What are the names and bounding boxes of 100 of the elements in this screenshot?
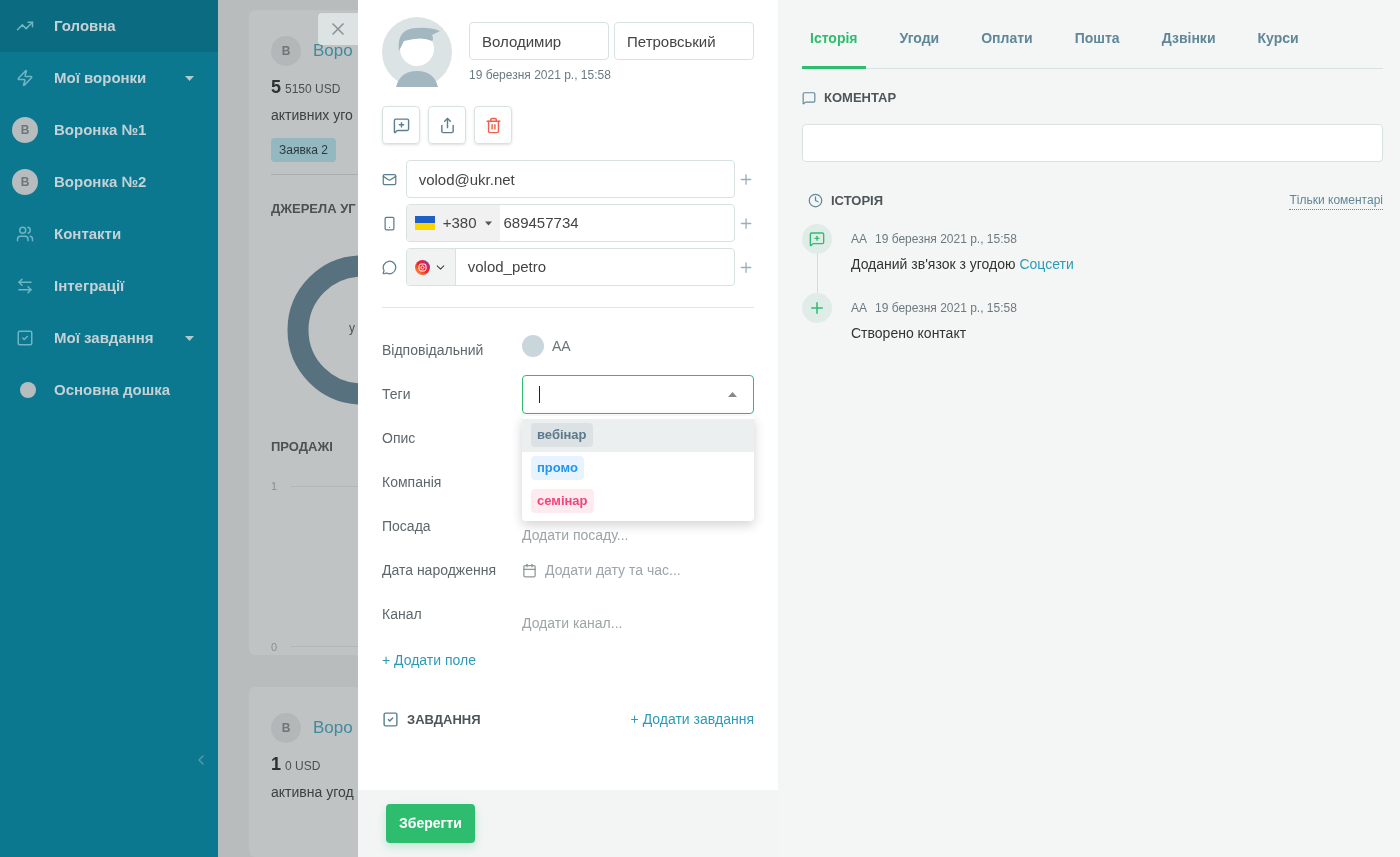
comments-filter-link[interactable]: Тільки коментарі — [1289, 190, 1383, 210]
stage-badge: Заявка 2 — [271, 138, 336, 162]
comment-icon — [802, 90, 816, 105]
share-button[interactable] — [428, 106, 466, 144]
chat-plus-icon — [392, 116, 410, 134]
calendar-icon — [522, 562, 537, 578]
caret-icon — [185, 335, 194, 341]
email-field[interactable]: volod@ukr.net — [405, 160, 735, 198]
donut-label: у — [349, 319, 355, 337]
field-label: Опис — [382, 428, 417, 448]
caret-icon — [185, 75, 194, 81]
users-icon — [16, 225, 34, 243]
close-button[interactable] — [318, 13, 358, 45]
share-icon — [438, 116, 456, 134]
checkbox-icon — [382, 711, 399, 728]
caret-icon — [728, 391, 737, 397]
deal-amount: 0 USD — [285, 758, 321, 775]
section-title: ЗАВДАННЯ — [407, 710, 481, 729]
tag-option[interactable]: вебінар — [522, 418, 754, 452]
checkbox-icon — [16, 329, 34, 347]
tag-option[interactable]: семінар — [522, 484, 754, 518]
first-name-field[interactable]: Володимир — [469, 22, 609, 60]
save-button[interactable]: Зберегти — [386, 804, 475, 843]
delete-button[interactable] — [474, 106, 512, 144]
sidebar-label: Мої воронки — [54, 67, 148, 88]
sidebar-item[interactable]: Мої воронки — [0, 52, 218, 104]
avatar: В — [271, 713, 301, 743]
link-deal-button[interactable] — [382, 106, 420, 144]
deal-link[interactable]: Соцсети — [1019, 256, 1074, 272]
caret-icon — [484, 220, 492, 226]
deal-count: 5 — [271, 76, 281, 99]
birthday-field[interactable]: Додати дату та час... — [545, 559, 754, 581]
entry-author: АА — [851, 300, 867, 317]
tag-option[interactable]: промо — [522, 451, 754, 485]
tags-field[interactable] — [522, 374, 754, 414]
chat-icon — [382, 259, 397, 275]
clock-icon — [808, 192, 823, 208]
flag-icon — [414, 216, 435, 230]
sidebar-label: Воронка №2 — [54, 171, 148, 192]
phone-icon — [382, 215, 397, 231]
section-title: КОМЕНТАР — [824, 89, 897, 107]
plus-icon — [802, 293, 832, 323]
user-avatar-icon — [522, 335, 544, 357]
avatar: В — [271, 36, 301, 66]
field-label: Відповідальний — [382, 340, 485, 360]
tag-chip: семінар — [531, 489, 594, 513]
deal-amount: 5150 USD — [285, 81, 341, 98]
card-caption: активна угод — [271, 783, 355, 802]
sidebar-item[interactable]: Основна дошка — [0, 364, 218, 416]
entry-time: 19 березня 2021 р., 15:58 — [875, 231, 1017, 248]
sidebar-item[interactable]: Контакти — [0, 208, 218, 260]
add-field-link[interactable]: + Додати поле — [382, 650, 754, 671]
field-label: Компанія — [382, 472, 443, 492]
last-name-field[interactable]: Петровський — [614, 22, 754, 60]
mail-icon — [382, 171, 397, 187]
sidebar-label: Контакти — [54, 223, 123, 244]
tab[interactable]: Дзвінки — [1153, 28, 1224, 69]
tab[interactable]: Курси — [1249, 28, 1307, 69]
sidebar-label: Мої завдання — [54, 327, 155, 348]
sidebar-item[interactable]: В Воронка №1 — [0, 104, 218, 156]
section-title: ІСТОРІЯ — [831, 191, 884, 210]
text-field[interactable]: Додати посаду... — [522, 525, 754, 546]
phone-field[interactable]: +380 689457734 — [405, 204, 735, 242]
sidebar-item[interactable]: В Воронка №2 — [0, 156, 218, 208]
deal-count: 1 — [271, 753, 281, 776]
avatar: В — [12, 169, 38, 195]
entry-text: Створено контакт — [851, 325, 967, 341]
sidebar-label: Воронка №1 — [54, 119, 148, 140]
card-title: Воро — [313, 717, 353, 740]
sidebar-item[interactable]: Головна — [0, 0, 218, 52]
tab[interactable]: Історія — [802, 28, 866, 69]
field-label: Канал — [382, 604, 423, 624]
country-select[interactable]: +380 — [406, 205, 500, 241]
field-label: Посада — [382, 516, 432, 536]
tag-chip: вебінар — [531, 423, 593, 447]
social-field[interactable]: volod_petro — [405, 248, 735, 286]
tag-chip: промо — [531, 456, 584, 480]
sidebar-label: Інтеграції — [54, 275, 126, 296]
sidebar-item[interactable]: Інтеграції — [0, 260, 218, 312]
tab[interactable]: Угоди — [891, 28, 948, 69]
tab[interactable]: Оплати — [973, 28, 1041, 69]
entry-time: 19 березня 2021 р., 15:58 — [875, 300, 1017, 317]
comment-field[interactable] — [802, 123, 1383, 162]
lightning-icon — [16, 69, 34, 87]
card-caption: активних уго — [271, 106, 354, 125]
entry-text: Доданий зв'язок з угодою — [851, 256, 1016, 272]
created-date: 19 березня 2021 р., 15:58 — [469, 67, 612, 84]
sidebar-item[interactable]: Мої завдання — [0, 312, 218, 364]
sidebar-label: Основна дошка — [54, 379, 172, 400]
entry-author: АА — [851, 231, 867, 248]
card-title: Воро — [313, 40, 353, 63]
avatar: В — [12, 117, 38, 143]
trash-icon — [484, 116, 502, 134]
section-title: ДЖЕРЕЛА УГ — [271, 200, 357, 218]
network-select[interactable] — [406, 249, 456, 285]
add-task-link[interactable]: + Додати завдання — [630, 709, 754, 730]
tab[interactable]: Пошта — [1066, 28, 1128, 69]
text-field[interactable]: Додати канал... — [522, 613, 754, 634]
camera-icon — [414, 259, 430, 275]
sidebar-label: Головна — [54, 15, 117, 36]
